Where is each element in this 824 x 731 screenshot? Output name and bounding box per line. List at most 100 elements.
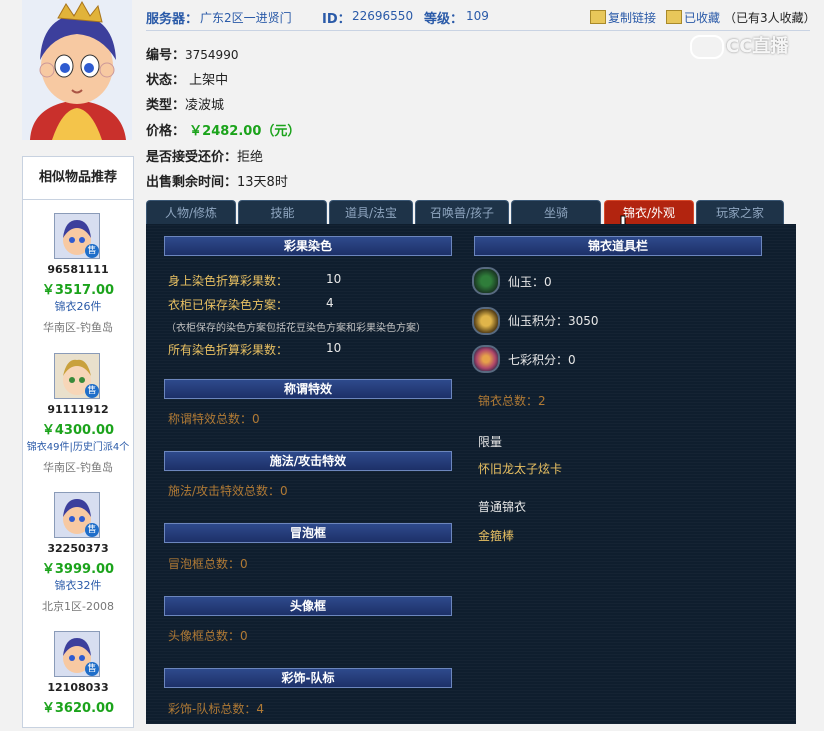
limited-outfit-item[interactable]: 怀旧龙太子炫卡	[478, 460, 562, 477]
watermark-logo-icon	[690, 35, 724, 59]
tab-character[interactable]: 人物/修炼	[146, 200, 236, 225]
sale-badge: 售	[85, 662, 99, 676]
favorite-button[interactable]: 已收藏	[684, 9, 720, 26]
listing-header: 服务器： 广东2区一进贤门 ID： 22696550 等级： 109 复制链接 …	[146, 8, 816, 27]
tab-skills[interactable]: 技能	[238, 200, 327, 225]
team-badge-total: 彩饰-队标总数：4	[168, 702, 264, 716]
dye-wardrobe-value: 4	[326, 296, 334, 310]
item-id: 12108033	[47, 681, 109, 694]
favorite-count: （已有3人收藏）	[724, 11, 816, 25]
server-label: 服务器：	[146, 12, 199, 27]
copy-link-button[interactable]: 复制链接	[608, 9, 656, 26]
jade-points-value: 仙玉积分：3050	[508, 314, 599, 328]
price-label: 价格：	[146, 124, 186, 139]
outfits-panel: 彩果染色 身上染色折算彩果数： 10 衣柜已保存染色方案： 4 （衣柜保存的染色…	[146, 224, 796, 724]
time-row: 出售剩余时间：13天8时	[146, 171, 288, 190]
price-row: 价格： ￥2482.00（元）	[146, 120, 300, 139]
bargain-row: 是否接受还价：拒绝	[146, 146, 263, 165]
limited-heading: 限量	[478, 435, 503, 449]
jade-coin-icon	[472, 267, 500, 295]
title-effect-section-title: 称谓特效	[164, 379, 452, 399]
bargain-label: 是否接受还价：	[146, 150, 238, 165]
type-value: 凌波城	[185, 98, 225, 113]
watermark: CC直播	[690, 32, 788, 59]
item-thumbnail[interactable]: 售	[54, 353, 100, 399]
time-value: 13天8时	[237, 175, 288, 190]
status-row: 状态： 上架中	[146, 69, 228, 88]
item-thumbnail[interactable]: 售	[54, 492, 100, 538]
dye-note: （衣柜保存的染色方案包括花豆染色方案和彩果染色方案）	[166, 323, 426, 334]
bubble-total: 冒泡框总数：0	[168, 557, 248, 571]
portrait-total: 头像框总数：0	[168, 629, 248, 643]
serial-row: 编号：3754990	[146, 44, 238, 63]
tab-player-home[interactable]: 玩家之家	[696, 200, 784, 225]
team-badge-section-title: 彩饰-队标	[164, 668, 452, 688]
spell-effect-section-title: 施法/攻击特效	[164, 451, 452, 471]
item-price: ￥3620.00	[41, 701, 115, 716]
sale-badge: 售	[85, 384, 99, 398]
portrait-section-title: 头像框	[164, 596, 452, 616]
normal-outfit-item[interactable]: 金箍棒	[478, 527, 514, 544]
title-effect-total: 称谓特效总数：0	[168, 412, 260, 426]
item-price: ￥3999.00	[41, 562, 115, 577]
id-label: ID：	[322, 12, 351, 27]
bubble-section-title: 冒泡框	[164, 523, 452, 543]
dye-wardrobe-label: 衣柜已保存染色方案：	[168, 298, 289, 312]
tab-mounts[interactable]: 坐骑	[511, 200, 601, 225]
item-region: 北京1区-2008	[42, 600, 114, 613]
dye-total-label: 所有染色折算彩果数：	[168, 343, 289, 357]
watermark-text: CC直播	[726, 36, 789, 57]
item-region: 华南区-钓鱼岛	[43, 461, 113, 474]
item-id: 96581111	[47, 263, 109, 276]
jade-value: 仙玉：0	[508, 275, 552, 289]
rainbow-points-icon	[472, 345, 500, 373]
id-value: 22696550	[352, 9, 414, 23]
sidebar-title: 相似物品推荐	[23, 157, 133, 200]
normal-heading: 普通锦衣	[478, 500, 527, 514]
similar-item[interactable]: 售 12108033 ￥3620.00	[23, 631, 133, 731]
item-region: 华南区-钓鱼岛	[43, 321, 113, 334]
dye-body-value: 10	[326, 272, 342, 286]
outfit-total: 锦衣总数：2	[478, 394, 546, 408]
detail-tabs: 人物/修炼 技能 道具/法宝 召唤兽/孩子 坐骑 锦衣/外观 玩家之家	[146, 200, 796, 235]
status-label: 状态：	[146, 73, 186, 88]
character-avatar	[22, 0, 132, 140]
item-id: 32250373	[47, 542, 109, 555]
dye-section-title: 彩果染色	[164, 236, 452, 256]
similar-item[interactable]: 售 96581111 ￥3517.00 锦衣26件 华南区-钓鱼岛	[23, 213, 133, 338]
similar-items-sidebar: 相似物品推荐 售 96581111 ￥3517.00 锦衣26件 华南区-钓鱼岛…	[22, 156, 134, 728]
level-label: 等级：	[424, 12, 464, 27]
spell-effect-total: 施法/攻击特效总数：0	[168, 484, 288, 498]
server-value: 广东2区一进贤门	[200, 11, 292, 25]
item-price: ￥3517.00	[41, 283, 115, 298]
type-row: 类型：凌波城	[146, 94, 224, 113]
item-desc[interactable]: 锦衣26件	[23, 298, 133, 314]
time-label: 出售剩余时间：	[146, 175, 238, 190]
outfit-items-section-title: 锦衣道具栏	[474, 236, 762, 256]
price-value: ￥2482.00（元）	[189, 124, 301, 139]
type-label: 类型：	[146, 98, 186, 113]
dye-total-value: 10	[326, 341, 342, 355]
item-price: ￥4300.00	[41, 423, 115, 438]
header-divider	[146, 30, 810, 31]
copy-link-icon	[590, 10, 606, 24]
status-value: 上架中	[189, 73, 229, 88]
dye-body-label: 身上染色折算彩果数：	[168, 274, 289, 288]
tab-summons[interactable]: 召唤兽/孩子	[415, 200, 509, 225]
favorite-icon	[666, 10, 682, 24]
serial-value: 3754990	[185, 48, 239, 62]
item-id: 91111912	[47, 403, 109, 416]
level-value: 109	[466, 9, 489, 23]
item-thumbnail[interactable]: 售	[54, 631, 100, 677]
tab-items[interactable]: 道具/法宝	[329, 200, 413, 225]
jade-points-icon	[472, 307, 500, 335]
bargain-value: 拒绝	[237, 150, 264, 165]
similar-item[interactable]: 售 32250373 ￥3999.00 锦衣32件 北京1区-2008	[23, 492, 133, 617]
item-desc[interactable]: 锦衣32件	[23, 577, 133, 593]
item-desc[interactable]: 锦衣49件|历史门派4个	[23, 438, 133, 453]
serial-label: 编号：	[146, 48, 186, 63]
rainbow-points-value: 七彩积分：0	[508, 353, 576, 367]
similar-item[interactable]: 售 91111912 ￥4300.00 锦衣49件|历史门派4个 华南区-钓鱼岛	[23, 353, 133, 478]
sale-badge: 售	[85, 523, 99, 537]
item-thumbnail[interactable]: 售	[54, 213, 100, 259]
